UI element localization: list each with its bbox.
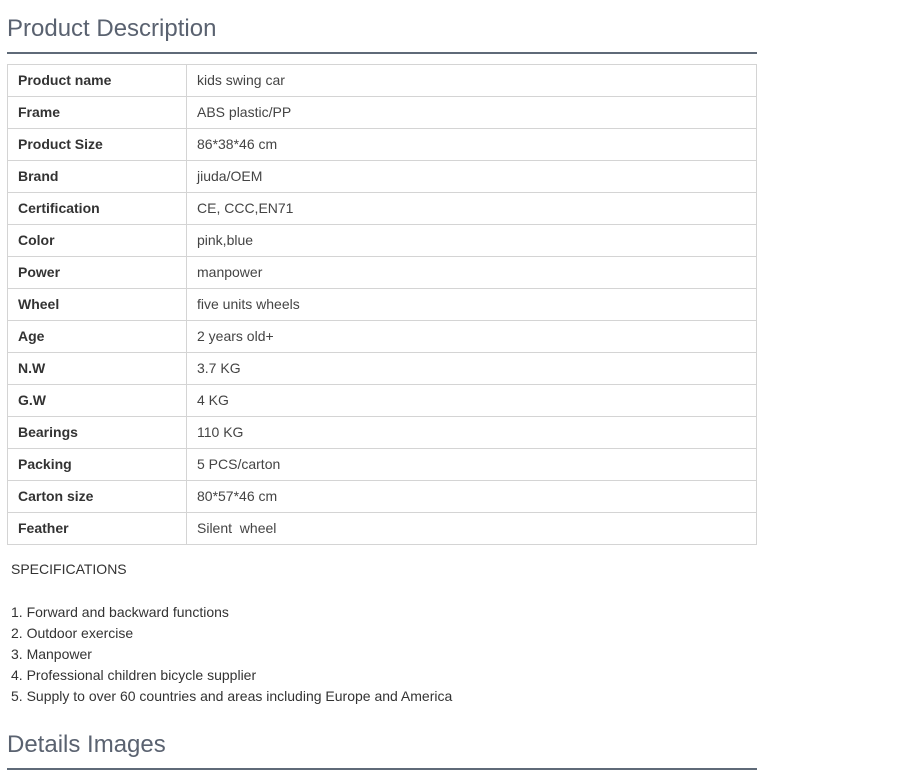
spec-key-cell: Carton size [7, 480, 187, 513]
table-row: Certification CE, CCC,EN71 [7, 192, 757, 225]
spec-value-cell: 86*38*46 cm [186, 128, 757, 161]
table-row: Packing 5 PCS/carton [7, 448, 757, 481]
spec-key-cell: Certification [7, 192, 187, 225]
list-item: 3. Manpower [11, 646, 92, 662]
spec-value-cell: 3.7 KG [186, 352, 757, 385]
details-images-divider [7, 768, 757, 770]
feature-list: 1. Forward and backward functions 2. Outd… [11, 602, 452, 707]
spec-key-cell: Wheel [7, 288, 187, 321]
table-row: Bearings 110 KG [7, 416, 757, 449]
table-row: Color pink,blue [7, 224, 757, 257]
table-row: N.W 3.7 KG [7, 352, 757, 385]
spec-value-cell: CE, CCC,EN71 [186, 192, 757, 225]
spec-value-cell: kids swing car [186, 64, 757, 97]
spec-key-cell: Age [7, 320, 187, 353]
spec-value-cell: 5 PCS/carton [186, 448, 757, 481]
spec-key-cell: Color [7, 224, 187, 257]
product-description-divider [7, 52, 757, 54]
spec-value-cell: jiuda/OEM [186, 160, 757, 193]
list-item: 1. Forward and backward functions [11, 604, 229, 620]
table-row: G.W 4 KG [7, 384, 757, 417]
spec-value-cell: 2 years old+ [186, 320, 757, 353]
product-spec-table: Product name kids swing car Frame ABS plast… [7, 64, 757, 545]
spec-key-cell: Brand [7, 160, 187, 193]
spec-key-cell: Packing [7, 448, 187, 481]
product-description-title: Product Description [7, 15, 217, 42]
table-row: Feather Silent wheel [7, 512, 757, 545]
spec-key-cell: Frame [7, 96, 187, 129]
spec-value-cell: 110 KG [186, 416, 757, 449]
table-row: Frame ABS plastic/PP [7, 96, 757, 129]
spec-value-cell: 80*57*46 cm [186, 480, 757, 513]
spec-key-cell: Power [7, 256, 187, 289]
list-item: 2. Outdoor exercise [11, 625, 134, 641]
table-row: Product Size 86*38*46 cm [7, 128, 757, 161]
table-row: Power manpower [7, 256, 757, 289]
table-row: Product name kids swing car [7, 64, 757, 97]
spec-key-cell: Bearings [7, 416, 187, 449]
spec-key-cell: Product Size [7, 128, 187, 161]
table-row: Wheel five units wheels [7, 288, 757, 321]
spec-key-cell: Feather [7, 512, 187, 545]
table-row: Carton size 80*57*46 cm [7, 480, 757, 513]
spec-value-cell: 4 KG [186, 384, 757, 417]
spec-value-cell: ABS plastic/PP [186, 96, 757, 129]
spec-table-body: Product name kids swing car Frame ABS plast… [7, 64, 757, 545]
specifications-heading: SPECIFICATIONS [11, 561, 127, 577]
list-item: 5. Supply to over 60 countries and areas… [11, 688, 453, 704]
table-row: Brand jiuda/OEM [7, 160, 757, 193]
spec-key-cell: G.W [7, 384, 187, 417]
details-images-title: Details Images [7, 731, 166, 758]
spec-value-cell: manpower [186, 256, 757, 289]
spec-value-cell: pink,blue [186, 224, 757, 257]
spec-key-cell: Product name [7, 64, 187, 97]
spec-value-cell: five units wheels [186, 288, 757, 321]
spec-key-cell: N.W [7, 352, 187, 385]
spec-value-cell: Silent wheel [186, 512, 757, 545]
list-item: 4. Professional children bicycle supplie… [11, 667, 257, 683]
table-row: Age 2 years old+ [7, 320, 757, 353]
